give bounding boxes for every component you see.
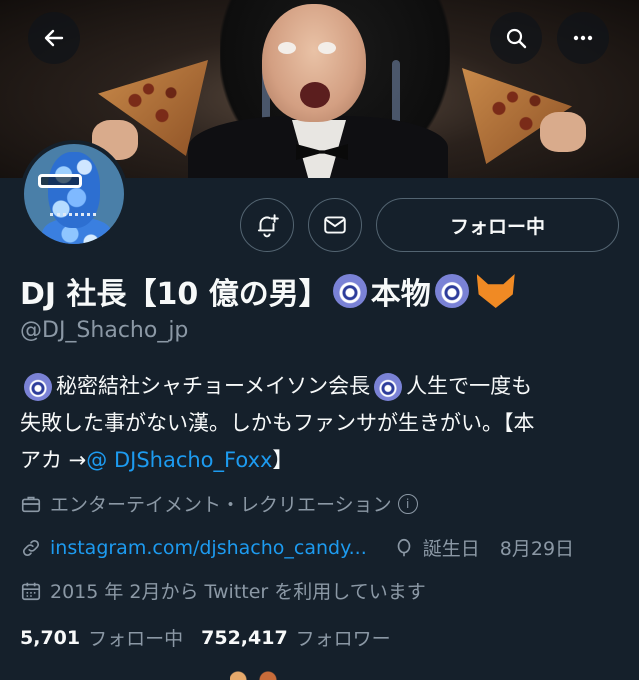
display-name-text-2: 本物 [370,277,431,312]
category-text: エンターテイメント・レクリエーション [50,494,392,516]
avatar-chain [50,210,96,216]
hamsa-emoji-icon [332,274,367,308]
birthday-value: 8月29日 [499,538,575,560]
birthday-label: 誕生日 [422,538,480,560]
following-label[interactable]: フォロー中 [88,624,183,651]
fox-emoji-icon [476,274,515,308]
banner-hand [540,112,586,152]
bio-line-2: 失敗した事がない漢。しかもファンサが生きがい。【本 [20,405,628,442]
arrow-left-icon [44,29,64,47]
message-button[interactable] [308,198,362,252]
avatar-sunglasses [38,174,82,188]
followers-count[interactable]: 752,417 [201,627,288,649]
balloon-icon [397,538,411,556]
back-button[interactable] [28,12,80,64]
bell-plus-icon [257,214,279,238]
website-link[interactable]: instagram.com/djshacho_candy... [50,537,367,559]
search-button[interactable] [490,12,542,64]
followed-by-avatars[interactable] [230,668,290,680]
bio-text: 秘密結社シャチョーメイソン会長 [56,374,371,398]
banner-eye [318,42,336,54]
more-button[interactable] [557,12,609,64]
follow-stats: 5,701 フォロー中 752,417 フォロワー [20,624,409,651]
more-horizontal-icon [573,35,593,41]
banner-mouth [300,82,330,108]
profile-category: エンターテイメント・レクリエーション i [20,490,418,517]
join-date: 2015 年 2月から Twitter を利用しています [20,577,426,604]
bio-text: アカ → [20,448,87,472]
bio-line-3: アカ → @ DJShacho_Foxx 】 [20,442,628,479]
join-date-text: 2015 年 2月から Twitter を利用しています [50,581,426,603]
banner-eye [278,42,296,54]
avatar-head [48,152,100,228]
mention-link[interactable]: @ DJShacho_Foxx [86,442,272,479]
info-icon[interactable]: i [397,493,418,514]
following-button[interactable]: フォロー中 [376,198,619,252]
bio-text: 人生で一度も [406,374,533,398]
hamsa-emoji-icon [374,372,403,401]
display-name: DJ 社長【10 億の男】 本物 [20,266,515,316]
profile-links: instagram.com/djshacho_candy... 誕生日 8月29… [20,534,574,561]
avatar[interactable] [20,140,128,248]
link-icon [22,539,40,556]
username: @DJ_Shacho_jp [20,318,189,343]
bio-text: 】 [272,448,294,472]
display-name-text: DJ 社長【10 億の男】 [20,277,329,312]
hamsa-emoji-icon [434,274,469,308]
hamsa-emoji-icon [24,372,52,401]
envelope-icon [324,216,346,234]
bio: 秘密結社シャチョーメイソン会長 人生で一度も 失敗した事がない漢。しかもファンサ… [20,368,628,479]
search-icon [506,28,527,49]
notify-button[interactable] [240,198,294,252]
briefcase-icon [21,496,41,512]
calendar-icon [21,582,41,600]
bio-text: 失敗した事がない漢。しかもファンサが生きがい。【本 [20,411,535,435]
following-count[interactable]: 5,701 [20,627,80,649]
followers-label[interactable]: フォロワー [296,624,391,651]
bio-line-1: 秘密結社シャチョーメイソン会長 人生で一度も [20,368,628,405]
